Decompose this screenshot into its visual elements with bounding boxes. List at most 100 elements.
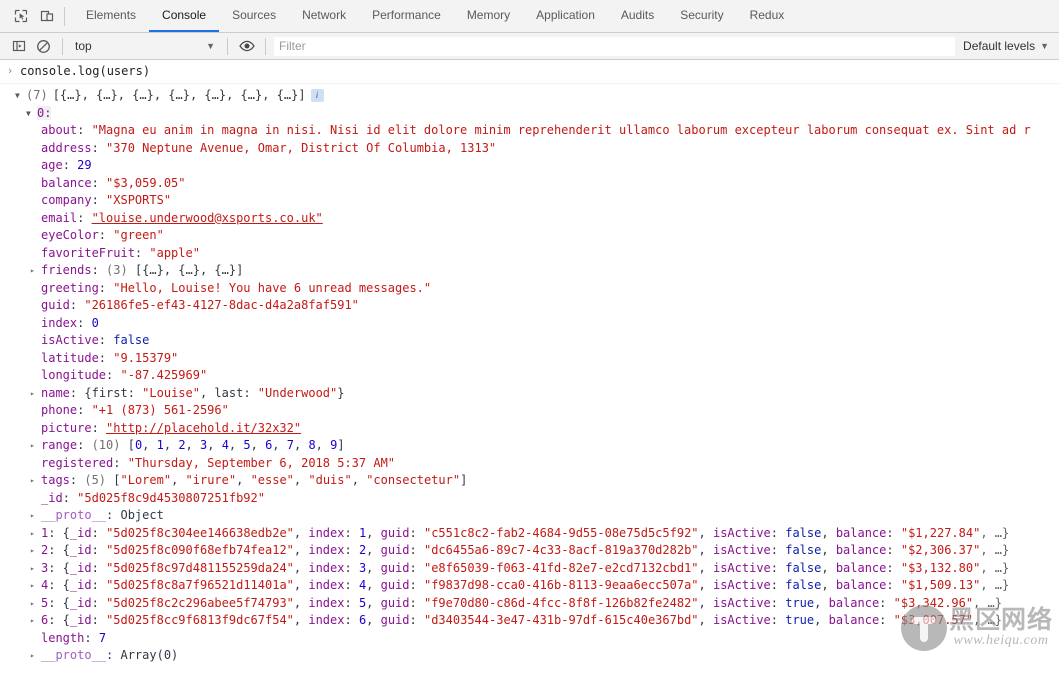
array-proto-row[interactable]: ▸ __proto__: Array(0) [0,647,1059,665]
array-index-row-5[interactable]: ▸ 5: {_id: "5d025f8c2c296abee5f74793", in… [0,595,1059,613]
disclosure-triangle-icon[interactable]: ▸ [30,560,41,578]
truncation-ellipsis: , …} [980,543,1010,557]
disclosure-triangle-icon[interactable]: ▼ [26,105,37,123]
clear-console-icon[interactable] [31,34,56,59]
execution-context-selector[interactable]: top ▼ [69,39,221,53]
object-property-row: greeting: "Hello, Louise! You have 6 unr… [41,280,432,295]
disclosure-triangle-icon[interactable]: ▸ [30,525,41,543]
disclosure-triangle-icon[interactable]: ▸ [30,472,41,490]
object-property-row[interactable]: ▸ __proto__: Object [0,507,1059,525]
array-index-row-1[interactable]: ▸ 1: {_id: "5d025f8c304ee146638edb2e", in… [0,525,1059,543]
property-key: _id [69,578,92,592]
property-key: about [41,123,78,137]
disclosure-triangle-icon[interactable]: ▸ [30,262,41,280]
property-value: "26186fe5-ef43-4127-8dac-d4a2a8faf591" [84,298,359,312]
object-property-row[interactable]: ▸ tags: (5) ["Lorem", "irure", "esse", "d… [0,472,1059,490]
object-property-row: index: 0 [41,315,99,330]
disclosure-triangle-icon[interactable]: ▸ [30,542,41,560]
property-key: company [41,193,92,207]
object-property-row: phone: "+1 (873) 561-2596" [41,403,229,417]
object-property-row[interactable]: ▸ name: {first: "Louise", last: "Underwoo… [0,385,1059,403]
console-command-row[interactable]: › console.log(users) [0,60,1059,84]
property-value: false [785,543,822,557]
truncation-ellipsis: , …} [980,560,1010,575]
property-value: "$3,007.57" [893,613,974,627]
tab-sources[interactable]: Sources [219,0,289,32]
device-toolbar-icon[interactable] [34,3,60,29]
inspect-element-icon[interactable] [8,3,34,29]
property-value: "e8f65039-f063-41fd-82e7-e2cd7132cbd1" [423,560,699,575]
property-value: true [785,613,815,627]
property-key: balance [41,175,92,190]
tab-audits[interactable]: Audits [608,0,667,32]
disclosure-triangle-icon[interactable]: ▼ [15,87,26,105]
tab-security[interactable]: Security [667,0,736,32]
property-value: "dc6455a6-89c7-4c33-8acf-819a370d282b" [423,543,699,557]
property-value[interactable]: "http://placehold.it/32x32" [106,421,301,435]
property-value[interactable]: "louise.underwood@xsports.co.uk" [92,211,323,225]
preview-count: (3) [106,263,128,277]
tab-console[interactable]: Console [149,0,220,32]
tab-application[interactable]: Application [523,0,608,32]
disclosure-triangle-icon[interactable]: ▸ [30,647,41,665]
property-key: isActive [712,525,771,540]
property-key: _id [69,613,92,627]
property-value: "5d025f8c090f68efb74fea12" [106,543,294,557]
property-value: "Hello, Louise! You have 6 unread messag… [113,280,432,295]
disclosure-triangle-icon[interactable]: ▸ [30,595,41,613]
property-key: latitude [41,350,99,365]
truncation-ellipsis: , …} [973,595,1003,610]
disclosure-triangle-icon[interactable]: ▸ [30,577,41,595]
info-badge-icon[interactable]: i [310,89,324,102]
tab-network[interactable]: Network [289,0,359,32]
log-levels-selector[interactable]: Default levels ▼ [957,39,1059,53]
array-index-row-6[interactable]: ▸ 6: {_id: "5d025f8cc9f6813f9dc67f54", in… [0,612,1059,630]
tab-elements[interactable]: Elements [73,0,149,32]
property-key: guid [380,525,410,540]
truncation-ellipsis: , …} [973,613,1003,627]
property-value: false [785,578,822,592]
property-key: isActive [712,595,771,610]
property-value: "$2,306.37" [900,543,981,557]
property-value: 7 [98,630,107,645]
tab-memory[interactable]: Memory [454,0,523,32]
disclosure-triangle-icon[interactable]: ▸ [30,612,41,630]
console-result-block: ▼ (7) [{…}, {…}, {…}, {…}, {…}, {…}, {…}] i… [0,84,1059,665]
object-property-row: favoriteFruit: "apple" [41,245,200,260]
array-index-row-3[interactable]: ▸ 3: {_id: "5d025f8c97d481155259da24", in… [0,560,1059,578]
array-header-row[interactable]: ▼ (7) [{…}, {…}, {…}, {…}, {…}, {…}, {…}] i [0,87,1059,105]
property-value: "Thursday, September 6, 2018 5:37 AM" [127,455,396,470]
array-index-row-0[interactable]: ▼ 0: [0,105,1059,123]
tab-performance[interactable]: Performance [359,0,454,32]
object-property-row[interactable]: ▸ friends: (3) [{…}, {…}, {…}] [0,262,1059,280]
property-key: balance [835,578,887,592]
property-value: "green" [113,228,164,242]
live-expression-eye-icon[interactable] [234,34,259,59]
tab-redux[interactable]: Redux [737,0,798,32]
object-property-row: picture: "http://placehold.it/32x32" [41,420,302,435]
array-index-row-4[interactable]: ▸ 4: {_id: "5d025f8c8a7f96521d11401a", in… [0,577,1059,595]
disclosure-triangle-icon[interactable]: ▸ [30,507,41,525]
chevron-down-icon: ▼ [206,41,215,51]
preview-count: (10) [91,438,121,452]
property-value: "5d025f8cc9f6813f9dc67f54" [106,613,294,627]
truncation-ellipsis: , …} [980,578,1010,592]
object-property-row[interactable]: ▸ range: (10) [0, 1, 2, 3, 4, 5, 6, 7, 8,… [0,437,1059,455]
property-value: "f9837d98-cca0-416b-8113-9eaa6ecc507a" [423,578,699,592]
property-key: length [41,630,85,645]
tab-label: Memory [466,8,511,22]
property-key: __proto__ [41,648,107,662]
property-value: false [785,560,822,575]
disclosure-triangle-icon[interactable]: ▸ [30,385,41,403]
disclosure-triangle-icon[interactable]: ▸ [30,437,41,455]
array-index-row-2[interactable]: ▸ 2: {_id: "5d025f8c090f68efb74fea12", in… [0,542,1059,560]
array-length-count: (7) [26,88,48,102]
property-key: guid [380,543,410,557]
property-key: index [308,613,345,627]
property-key: eyeColor [41,228,99,242]
property-value: "$1,227.84" [900,525,981,540]
show-console-sidebar-icon[interactable] [6,34,31,59]
collapsed-object-rows: ▸ 1: {_id: "5d025f8c304ee146638edb2e", in… [0,525,1059,630]
property-value: {first: "Louise", last: "Underwood"} [84,385,345,400]
filter-input[interactable] [274,36,956,56]
